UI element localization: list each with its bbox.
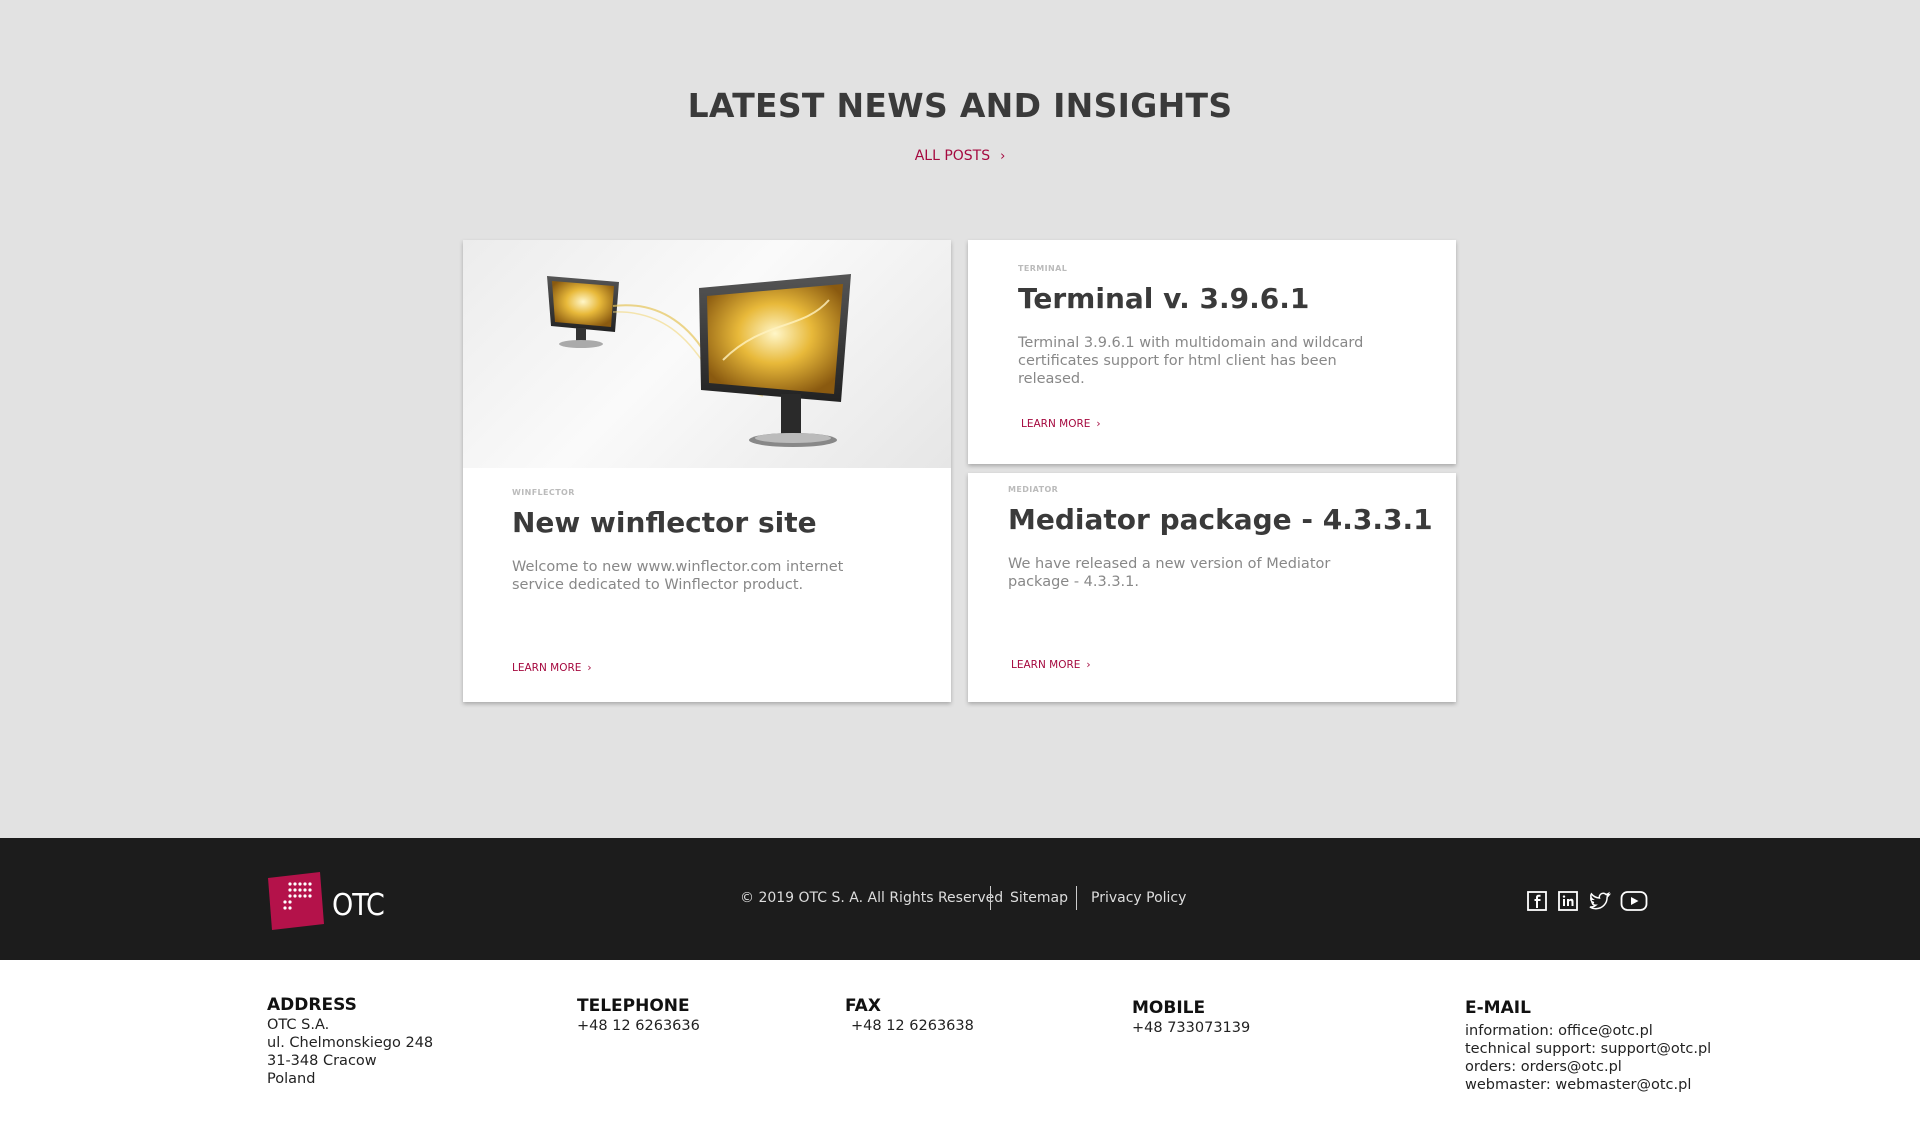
- mobile-block: MOBILE +48 733073139: [1132, 999, 1250, 1037]
- footer-divider: [1076, 886, 1077, 910]
- footer-divider: [990, 886, 991, 910]
- section-title: LATEST NEWS AND INSIGHTS: [687, 86, 1233, 125]
- privacy-policy-link[interactable]: Privacy Policy: [1091, 890, 1186, 906]
- card-title[interactable]: Terminal v. 3.9.6.1: [1018, 282, 1309, 315]
- card-text: Welcome to new www.winflector.com intern…: [512, 559, 844, 593]
- learn-more-link[interactable]: LEARN MORE ›: [1021, 418, 1101, 430]
- chevron-right-icon: ›: [1086, 659, 1091, 671]
- fax-value: +48 12 6263638: [851, 1018, 974, 1034]
- chevron-right-icon: ›: [1000, 149, 1006, 164]
- contact-section: ADDRESS OTC S.A. ul. Chelmonskiego 248 3…: [0, 960, 1920, 1124]
- telephone-block: TELEPHONE +48 12 6263636: [577, 997, 700, 1035]
- news-section: LATEST NEWS AND INSIGHTS ALL POSTS › WIN…: [0, 0, 1920, 838]
- monitors-illustration: [463, 240, 951, 468]
- card-text: We have released a new version of Mediat…: [1008, 556, 1331, 590]
- learn-more-link[interactable]: LEARN MORE ›: [1011, 659, 1091, 671]
- copyright-text: © 2019 OTC S. A. All Rights Reserved: [740, 890, 1004, 906]
- mobile-heading: MOBILE: [1132, 998, 1206, 1018]
- linkedin-icon[interactable]: [1557, 889, 1579, 913]
- news-card-terminal[interactable]: TERMINAL Terminal v. 3.9.6.1 Terminal 3.…: [968, 240, 1456, 464]
- all-posts-link[interactable]: ALL POSTS ›: [0, 148, 1920, 164]
- address-block: ADDRESS OTC S.A. ul. Chelmonskiego 248 3…: [267, 996, 433, 1088]
- email-line[interactable]: webmaster: webmaster@otc.pl: [1465, 1076, 1711, 1094]
- email-heading: E-MAIL: [1465, 998, 1531, 1018]
- address-line: OTC S.A.: [267, 1017, 330, 1033]
- address-line: ul. Chelmonskiego 248: [267, 1035, 434, 1051]
- monitors-image: [547, 274, 851, 447]
- learn-more-label: LEARN MORE: [1011, 659, 1081, 671]
- news-card-mediator[interactable]: MEDIATOR Mediator package - 4.3.3.1 We h…: [968, 473, 1456, 702]
- twitter-icon[interactable]: [1588, 889, 1612, 913]
- learn-more-label: LEARN MORE: [512, 662, 582, 674]
- address-line: 31-348 Cracow: [267, 1053, 377, 1069]
- news-card-winflector[interactable]: WINFLECTOR New winflector site Welcome t…: [463, 240, 951, 702]
- mobile-value[interactable]: +48 733073139: [1132, 1019, 1250, 1037]
- youtube-icon[interactable]: [1620, 889, 1648, 913]
- card-title[interactable]: Mediator package - 4.3.3.1: [1008, 503, 1433, 536]
- chevron-right-icon: ›: [1096, 418, 1101, 430]
- email-block: E-MAIL information: office@otc.pl techni…: [1465, 999, 1711, 1094]
- learn-more-label: LEARN MORE: [1021, 418, 1091, 430]
- learn-more-link[interactable]: LEARN MORE ›: [512, 662, 592, 674]
- email-line[interactable]: technical support: support@otc.pl: [1465, 1040, 1711, 1058]
- email-line[interactable]: information: office@otc.pl: [1465, 1022, 1711, 1040]
- address-heading: ADDRESS: [267, 995, 357, 1015]
- card-text: Terminal 3.9.6.1 with multidomain and wi…: [1018, 335, 1364, 387]
- card-tag: MEDIATOR: [1008, 485, 1059, 494]
- logo-text: OTC: [332, 888, 385, 923]
- sitemap-link[interactable]: Sitemap: [1010, 890, 1068, 906]
- telephone-heading: TELEPHONE: [577, 996, 690, 1016]
- chevron-right-icon: ›: [587, 662, 592, 674]
- card-tag: TERMINAL: [1018, 264, 1068, 273]
- otc-logo[interactable]: OTC: [268, 872, 385, 932]
- all-posts-label: ALL POSTS: [914, 148, 991, 164]
- facebook-icon[interactable]: [1526, 889, 1548, 913]
- card-tag: WINFLECTOR: [512, 488, 575, 497]
- fax-block: FAX +48 12 6263638: [845, 997, 974, 1035]
- card-title[interactable]: New winflector site: [512, 506, 817, 539]
- fax-heading: FAX: [845, 996, 881, 1016]
- address-line: Poland: [267, 1071, 316, 1087]
- email-line[interactable]: orders: orders@otc.pl: [1465, 1058, 1711, 1076]
- telephone-value[interactable]: +48 12 6263636: [577, 1017, 700, 1035]
